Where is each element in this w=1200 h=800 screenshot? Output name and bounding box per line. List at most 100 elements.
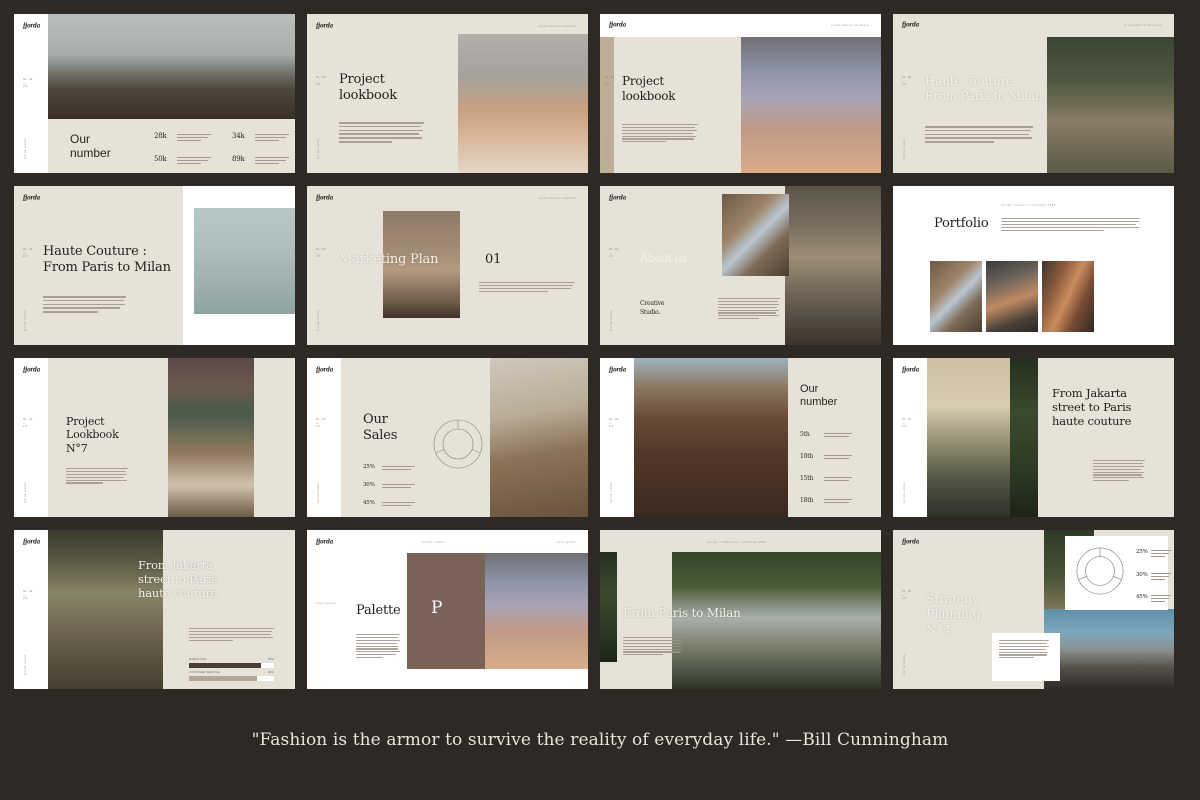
slide-title: Project lookbook <box>622 74 676 103</box>
stat-value: 5th <box>800 431 810 438</box>
rail-meta: 01 . 02—2 0 <box>316 418 326 429</box>
slide-top-meta: presentation template <box>538 197 576 200</box>
slide-header-meta: fjorda / studio / collection 2020 <box>1001 204 1056 207</box>
slide-thumbnail-haute-couture-paris-milan[interactable]: fjorda presentation template 01 . 02—2 0… <box>893 14 1174 173</box>
slide-thumbnail-jakarta-to-paris-overlay[interactable]: fjorda 01 . 02—2 0 fjorda studio From Ja… <box>14 530 295 689</box>
bar-label: MARKETING <box>189 658 207 661</box>
brand-logo: fjorda <box>316 22 334 30</box>
slide-body <box>189 628 274 642</box>
rail-meta: 01 . 02—2 0 <box>316 76 326 87</box>
rail-vertical-label: fjorda studio <box>903 482 906 503</box>
rail-vertical-label: fjorda studio <box>24 138 27 159</box>
brand-logo: fjorda <box>902 21 920 29</box>
slide-left-rail <box>893 358 927 517</box>
slide-thumbnail-palette[interactable]: fjorda fjorda / 2020 color guide lorem i… <box>307 530 588 689</box>
slide-image-brick-facade-detail-photo <box>1042 261 1094 332</box>
slide-title: Our number <box>800 383 838 409</box>
rail-meta: 01 . 02—2 0 <box>23 248 33 259</box>
slide-title: About us <box>640 251 688 265</box>
stat-desc <box>824 455 852 461</box>
slide-subtitle: Creative Studio. <box>640 300 665 316</box>
footer-quote: "Fashion is the armor to survive the rea… <box>251 730 949 750</box>
stat-value: 15th <box>800 475 814 482</box>
slide-thumbnail-about-us[interactable]: fjorda 01 . 02—2 0 fjorda studio About u… <box>600 186 881 345</box>
slide-title: From Paris to Milan <box>623 606 741 620</box>
slide-title: Palette <box>356 603 401 618</box>
slide-title: From Jakarta street to Paris haute coutu… <box>1052 386 1132 429</box>
chart-legend-value: 45% <box>1136 594 1148 600</box>
slide-image-woman-on-balcony-photo <box>927 358 1010 517</box>
stat-desc <box>177 134 211 143</box>
slide-image-alley-street-photo <box>930 261 982 332</box>
bar-fill <box>189 662 262 668</box>
slide-title: Project lookbook <box>339 72 397 103</box>
brand-logo: fjorda <box>23 22 41 30</box>
stat-value: 28k <box>154 132 167 140</box>
slide-thumbnail-our-number-waterfall[interactable]: fjorda 01 . 02—2 0 fjorda studio Our num… <box>600 358 881 517</box>
chart-legend-desc <box>1151 595 1171 604</box>
slide-thumbnail-project-lookbook[interactable]: fjorda presentation template 01 . 02—2 0… <box>307 14 588 173</box>
slide-body <box>999 640 1049 660</box>
slide-number: 01 <box>485 252 502 267</box>
brand-logo: fjorda <box>609 194 627 202</box>
slide-thumbnail-our-number[interactable]: fjorda 01 . 02—2 0 fjorda studio Our num… <box>14 14 295 173</box>
slide-grid: fjorda 01 . 02—2 0 fjorda studio Our num… <box>14 14 1186 689</box>
slide-color-swatch <box>407 553 485 669</box>
chart-legend-desc <box>382 466 415 472</box>
slide-thumbnail-haute-couture-light[interactable]: fjorda 01 . 02—2 0 fjorda studio Haute C… <box>14 186 295 345</box>
slide-thumbnail-from-paris-to-milan[interactable]: fjorda / collection / lookbook 2020 From… <box>600 530 881 689</box>
rail-meta: 01 . 02—2 0 <box>316 248 326 259</box>
slide-title: Strategy Planning N°4 <box>926 591 981 637</box>
slide-image-wooden-stool-workshop-photo <box>490 358 588 517</box>
slide-body <box>1001 218 1140 232</box>
slide-body <box>925 126 1033 145</box>
slide-image-woman-in-silver-dress-photo <box>194 208 295 314</box>
slide-title: Marketing Plan <box>339 252 439 267</box>
slide-body <box>718 298 780 321</box>
bar-label: CUSTOMER SERVICE <box>189 671 220 674</box>
slide-image-two-women-at-window-photo <box>168 358 254 517</box>
rail-vertical-label: fjorda studio <box>24 654 27 675</box>
brand-logo: fjorda <box>902 538 920 546</box>
stat-desc <box>177 157 211 166</box>
slide-body <box>479 282 575 294</box>
slide-image-woman-with-hat-in-garden-photo <box>1047 37 1174 173</box>
rail-meta: 01 . 02—2 0 <box>23 418 33 429</box>
sales-donut-chart <box>432 418 484 470</box>
rail-vertical-label: fjorda studio <box>903 138 906 159</box>
slide-thumbnail-jakarta-to-paris[interactable]: fjorda 01 . 02—2 0 fjorda studio From Ja… <box>893 358 1174 517</box>
stat-desc <box>824 477 852 483</box>
brand-logo: fjorda <box>23 538 41 546</box>
rail-vertical-label: fjorda studio <box>317 482 320 503</box>
slide-thumbnail-marketing-plan[interactable]: fjorda presentation template 01 . 02—2 0… <box>307 186 588 345</box>
stat-value: 34k <box>232 132 245 140</box>
slide-thumbnail-project-lookbook-no7[interactable]: fjorda 01 . 02—2 0 fjorda studio Project… <box>14 358 295 517</box>
rail-meta: 01 . 02—2 0 <box>609 248 619 259</box>
rail-vertical-label: lorem ipsum <box>316 602 336 605</box>
brand-logo: fjorda <box>902 366 920 374</box>
slide-top-meta: presentation template <box>831 24 869 27</box>
stat-desc <box>255 134 289 143</box>
rail-vertical-label: fjorda studio <box>610 482 613 503</box>
slide-left-rail <box>14 14 48 173</box>
slide-top-meta-left: fjorda / 2020 <box>422 541 445 544</box>
rail-meta: 01 . 02—2 0 <box>902 418 912 429</box>
rail-vertical-label: fjorda studio <box>605 138 608 159</box>
slide-top-meta: presentation template <box>1124 24 1162 27</box>
slide-image-shop-corner-street-photo <box>986 261 1038 332</box>
rail-meta: 01 . 02—2 0 <box>609 418 619 429</box>
chart-legend-desc <box>1151 573 1171 582</box>
slide-left-rail <box>600 358 634 517</box>
slide-body <box>623 637 683 657</box>
slide-thumbnail-strategy-planning-no4[interactable]: fjorda 01 . 02—2 0 fjorda studio Strateg… <box>893 530 1174 689</box>
slide-image-portrait-woman-blue-hair-photo <box>485 553 588 669</box>
slide-thumbnail-our-sales[interactable]: fjorda 01 . 02—2 0 fjorda studio Our Sal… <box>307 358 588 517</box>
slide-thumbnail-project-lookbook-alt[interactable]: fjorda presentation template 01 . 02—2 0… <box>600 14 881 173</box>
palette-monogram: P <box>431 598 443 618</box>
brand-logo: fjorda <box>23 366 41 374</box>
brand-logo: fjorda <box>23 194 41 202</box>
slide-thumbnail-portfolio[interactable]: fjorda / studio / collection 2020 Portfo… <box>893 186 1174 345</box>
chart-legend-desc <box>382 502 415 508</box>
rail-meta: 01 . 02—2 0 <box>902 76 912 87</box>
chart-legend-value: 30% <box>1136 572 1148 578</box>
